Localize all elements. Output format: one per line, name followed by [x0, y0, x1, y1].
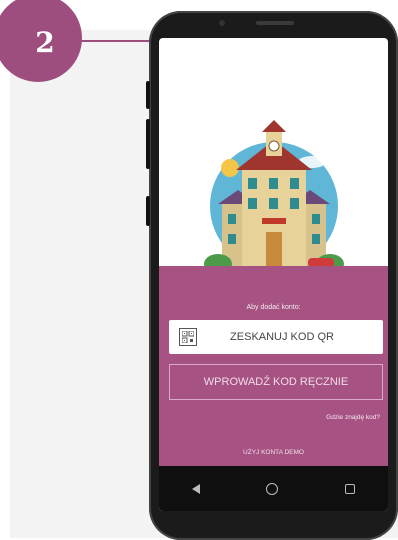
where-find-code-link[interactable]: Gdzie znajdę kod?: [326, 414, 380, 421]
back-triangle-icon[interactable]: [192, 483, 201, 494]
add-account-prompt: Aby dodać konto:: [246, 304, 301, 311]
recent-square-icon[interactable]: [344, 483, 355, 494]
phone-frame: Aby dodać konto: ZESKANUJ KOD QR WPROWAD…: [146, 11, 398, 540]
phone-speaker: [256, 21, 294, 25]
enter-code-manually-button[interactable]: WPROWADŹ KOD RĘCZNIE: [169, 364, 383, 400]
school-illustration: [204, 120, 344, 276]
power-button: [146, 196, 150, 226]
home-circle-icon[interactable]: [266, 482, 279, 495]
use-demo-account-link[interactable]: UŻYJ KONTA DEMO: [159, 449, 388, 456]
volume-button: [146, 81, 150, 109]
scan-qr-label: ZESKANUJ KOD QR: [230, 331, 334, 343]
qr-code-icon: [179, 328, 197, 346]
phone-camera: [219, 20, 225, 26]
volume-button: [146, 119, 150, 169]
step-number: 2: [35, 25, 55, 59]
scan-qr-button[interactable]: ZESKANUJ KOD QR: [169, 320, 383, 354]
app-screen: Aby dodać konto: ZESKANUJ KOD QR WPROWAD…: [159, 38, 388, 511]
android-nav-bar: [159, 466, 388, 511]
